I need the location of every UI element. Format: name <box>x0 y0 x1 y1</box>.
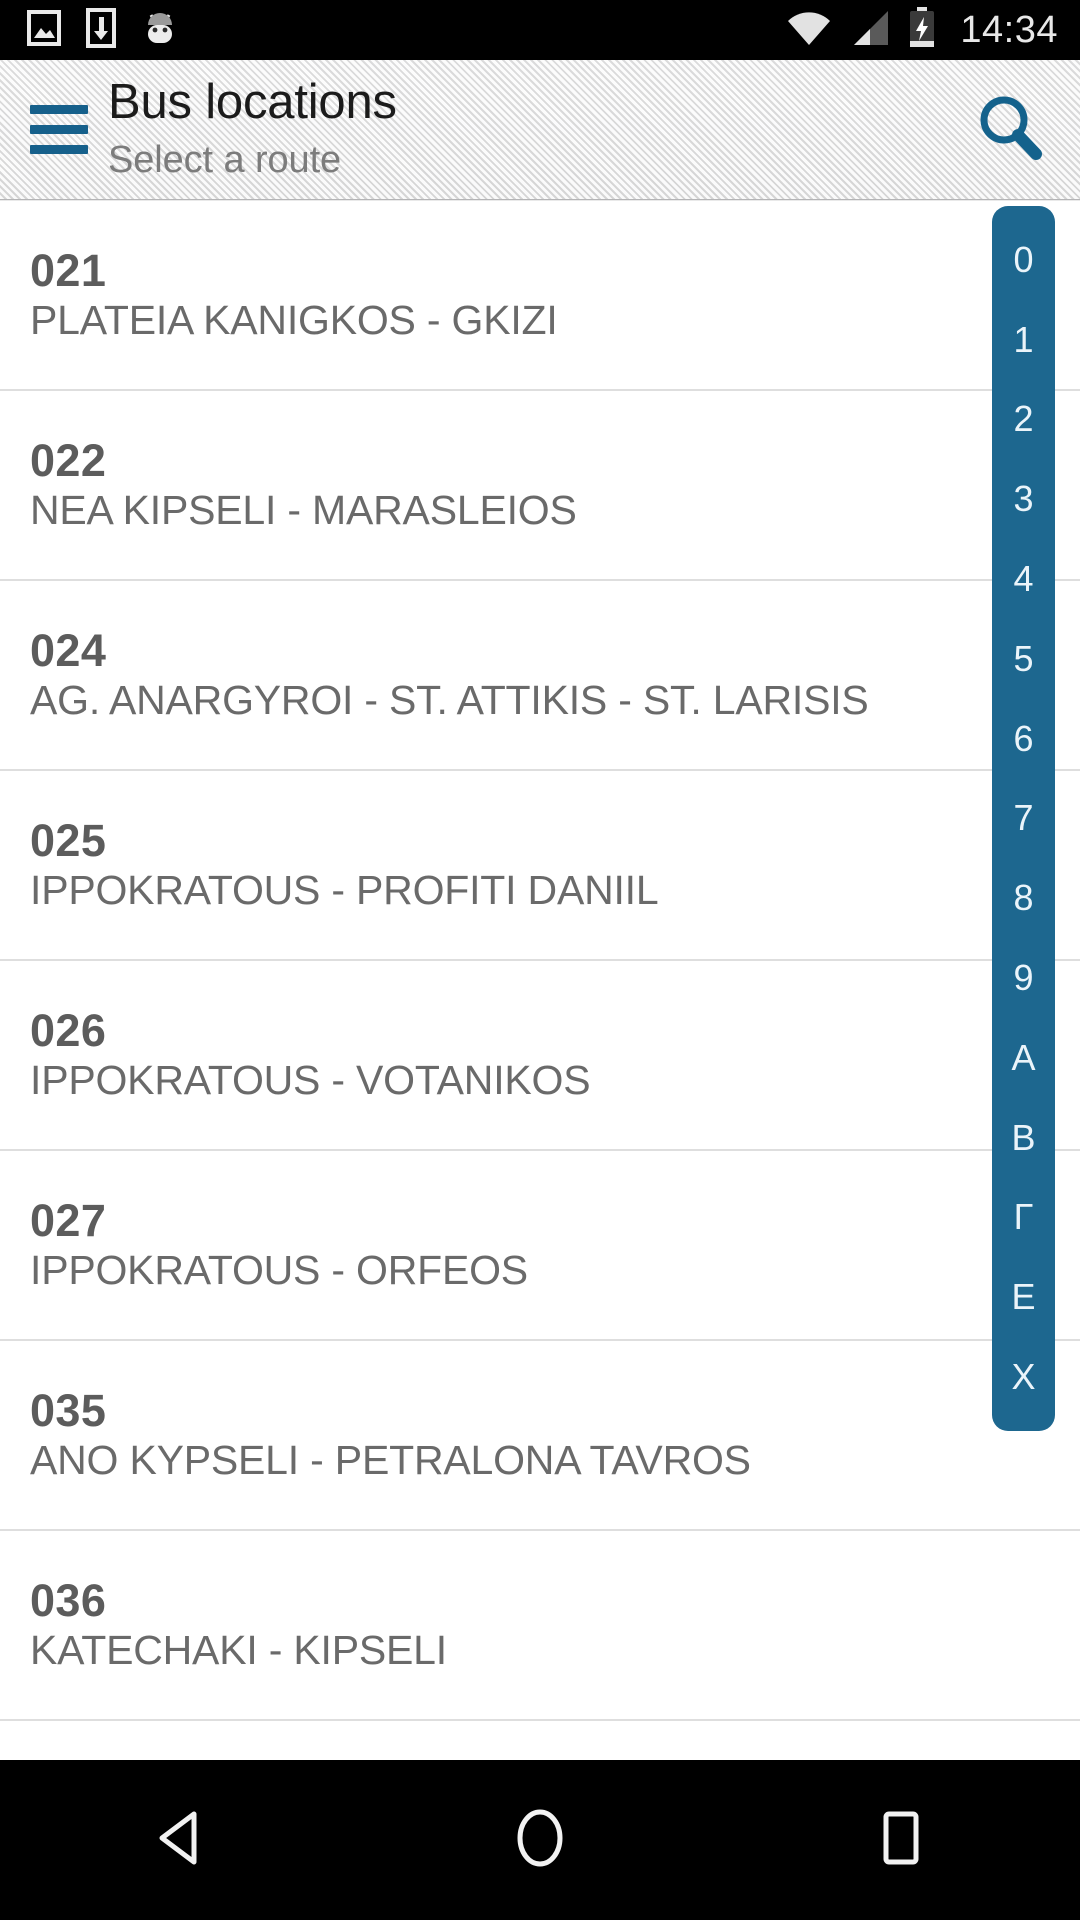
route-name: AG. ANARGYROI - ST. ATTIKIS - ST. LARISI… <box>30 676 869 723</box>
hamburger-bar-1 <box>30 105 88 114</box>
home-circle-icon <box>512 1806 568 1875</box>
fast-scroll-item[interactable]: 8 <box>992 880 1055 916</box>
status-bar-right-icons: 14:34 <box>786 6 1080 54</box>
fast-scroll-item[interactable]: 1 <box>992 321 1055 358</box>
action-bar: Bus locations Select a route <box>0 60 1080 206</box>
route-code: 027 <box>30 1194 107 1246</box>
download-icon <box>86 7 116 53</box>
back-triangle-icon <box>152 1808 208 1873</box>
list-item[interactable]: 024 AG. ANARGYROI - ST. ATTIKIS - ST. LA… <box>0 581 1080 771</box>
fast-scroll-item[interactable]: 7 <box>992 800 1055 836</box>
fast-scroll-item[interactable]: Χ <box>992 1359 1055 1395</box>
home-button[interactable] <box>440 1760 640 1920</box>
route-name: IPPOKRATOUS - VOTANIKOS <box>30 1056 591 1103</box>
fast-scroll-item[interactable]: 3 <box>992 481 1055 517</box>
status-bar-clock: 14:34 <box>960 8 1058 51</box>
image-icon <box>26 9 62 52</box>
fast-scroll-item[interactable]: Α <box>992 1039 1055 1076</box>
hamburger-bar-2 <box>30 125 88 134</box>
route-name: KATECHAKI - KIPSELI <box>30 1626 447 1673</box>
fast-scroll-item[interactable]: 2 <box>992 401 1055 437</box>
fast-scroll-item[interactable]: Β <box>992 1119 1055 1156</box>
fast-scroll-index[interactable]: 0 1 2 3 4 5 6 7 8 9 Α Β Γ Ε Χ <box>992 206 1055 1431</box>
recents-square-icon <box>874 1809 926 1872</box>
route-name: ANO KYPSELI - PETRALONA TAVROS <box>30 1436 751 1483</box>
hamburger-menu-icon[interactable] <box>0 60 108 200</box>
list-item[interactable]: 035 ANO KYPSELI - PETRALONA TAVROS <box>0 1341 1080 1531</box>
route-list[interactable]: 021 PLATEIA KANIGKOS - GKIZI 022 NEA KIP… <box>0 201 1080 1760</box>
recents-button[interactable] <box>800 1760 1000 1920</box>
fast-scroll-item[interactable]: Γ <box>992 1199 1055 1235</box>
search-icon <box>973 90 1047 169</box>
status-bar-left-icons <box>0 7 180 53</box>
route-code: 035 <box>30 1384 107 1436</box>
app-root: 14:34 Bus locations Select a route 021 P… <box>0 0 1080 1920</box>
route-code: 022 <box>30 434 107 486</box>
hamburger-bar-3 <box>30 145 88 154</box>
fast-scroll-item[interactable]: Ε <box>992 1279 1055 1315</box>
route-code: 021 <box>30 244 107 296</box>
fast-scroll-item[interactable]: 6 <box>992 720 1055 757</box>
list-item[interactable]: 027 IPPOKRATOUS - ORFEOS <box>0 1151 1080 1341</box>
search-button[interactable] <box>940 60 1080 200</box>
list-item[interactable]: 036 KATECHAKI - KIPSELI <box>0 1531 1080 1721</box>
route-name: NEA KIPSELI - MARASLEIOS <box>30 486 577 533</box>
page-title: Bus locations <box>108 74 397 129</box>
route-name: IPPOKRATOUS - PROFITI DANIIL <box>30 866 659 913</box>
route-name: PLATEIA KANIGKOS - GKIZI <box>30 296 558 343</box>
action-bar-titles: Bus locations Select a route <box>108 74 397 183</box>
page-subtitle: Select a route <box>108 138 342 181</box>
list-item[interactable]: 026 IPPOKRATOUS - VOTANIKOS <box>0 961 1080 1151</box>
route-name: IPPOKRATOUS - ORFEOS <box>30 1246 528 1293</box>
wifi-icon <box>786 9 832 52</box>
fast-scroll-item[interactable]: 4 <box>992 561 1055 597</box>
cellular-signal-icon <box>848 9 890 52</box>
list-item[interactable]: 022 NEA KIPSELI - MARASLEIOS <box>0 391 1080 581</box>
back-button[interactable] <box>80 1760 280 1920</box>
fast-scroll-item[interactable]: 0 <box>992 241 1055 278</box>
list-item[interactable]: 025 IPPOKRATOUS - PROFITI DANIIL <box>0 771 1080 961</box>
android-robot-icon <box>140 8 180 53</box>
list-item[interactable]: 021 PLATEIA KANIGKOS - GKIZI <box>0 201 1080 391</box>
route-code: 026 <box>30 1004 107 1056</box>
route-code: 036 <box>30 1574 107 1626</box>
route-code: 024 <box>30 624 107 676</box>
status-bar: 14:34 <box>0 0 1080 60</box>
fast-scroll-item[interactable]: 9 <box>992 960 1055 996</box>
fast-scroll-item[interactable]: 5 <box>992 640 1055 677</box>
android-navigation-bar <box>0 1760 1080 1920</box>
battery-charging-icon <box>906 6 938 54</box>
route-code: 025 <box>30 814 107 866</box>
